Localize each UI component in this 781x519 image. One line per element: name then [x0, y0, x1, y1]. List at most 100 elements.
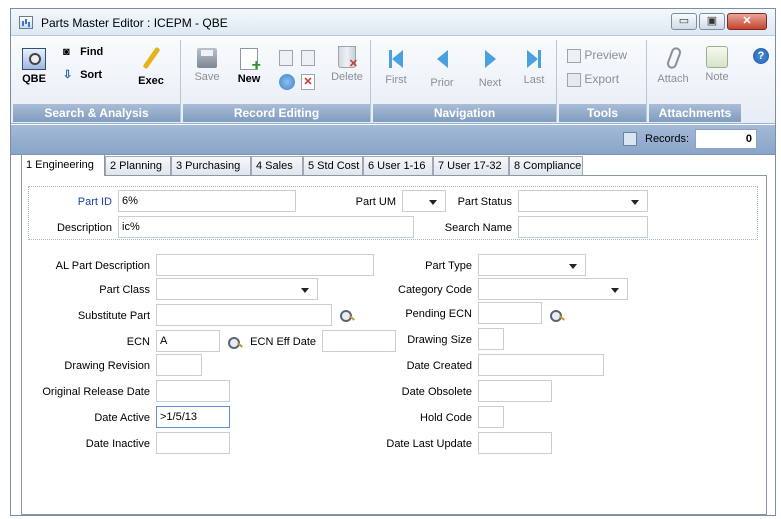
- pending-ecn-lookup-icon[interactable]: [550, 310, 565, 323]
- copy-icon[interactable]: [279, 50, 293, 66]
- help-icon[interactable]: ?: [753, 48, 769, 64]
- substitute-part-label: Substitute Part: [77, 310, 150, 322]
- attach-label: Attach: [657, 73, 689, 85]
- group-tools: Preview Export Tools: [559, 40, 647, 122]
- trash-icon: [338, 46, 358, 70]
- ecn-label: ECN: [126, 336, 150, 348]
- drawing-revision-field[interactable]: [156, 354, 202, 376]
- last-button[interactable]: Last: [517, 50, 551, 86]
- tab-sales[interactable]: 4 Sales: [251, 156, 303, 175]
- group-record-editing: Save New ✕ Delete Record Editing: [183, 40, 371, 122]
- group-label-record-editing: Record Editing: [183, 104, 370, 122]
- first-icon: [389, 50, 403, 68]
- part-status-select[interactable]: [518, 190, 648, 212]
- date-last-update-field[interactable]: [478, 432, 552, 454]
- part-um-label: Part UM: [355, 196, 396, 208]
- find-button[interactable]: ◙ Find: [63, 46, 113, 60]
- al-part-description-label: AL Part Description: [55, 260, 150, 272]
- part-type-label: Part Type: [425, 260, 472, 272]
- original-release-date-field[interactable]: [156, 380, 230, 402]
- tab-planning[interactable]: 2 Planning: [105, 156, 171, 175]
- minimize-button[interactable]: ▭: [671, 13, 697, 30]
- pencil-icon: [140, 46, 162, 72]
- paperclip-icon: [663, 46, 683, 70]
- export-button[interactable]: Export: [567, 72, 643, 87]
- tab-purchasing[interactable]: 3 Purchasing: [171, 156, 251, 175]
- date-created-field[interactable]: [478, 354, 604, 376]
- description-field[interactable]: ic%: [118, 216, 414, 238]
- part-type-select[interactable]: [478, 254, 586, 276]
- parts-master-editor-window: Parts Master Editor : ICEPM - QBE ▭ ▣ ✕ …: [10, 8, 776, 516]
- export-icon: [567, 72, 581, 87]
- exec-button[interactable]: Exec: [131, 46, 171, 87]
- search-icon[interactable]: [623, 132, 637, 146]
- sort-label: Sort: [80, 69, 103, 81]
- next-button[interactable]: Next: [473, 50, 507, 89]
- new-button[interactable]: New: [231, 48, 267, 85]
- ecn-lookup-icon[interactable]: [228, 337, 243, 350]
- tab-engineering[interactable]: 1 Engineering: [21, 154, 105, 176]
- cancel-icon[interactable]: ✕: [301, 74, 315, 90]
- qbe-label: QBE: [22, 73, 46, 85]
- pending-ecn-label: Pending ECN: [405, 308, 472, 320]
- preview-button[interactable]: Preview: [567, 48, 643, 63]
- part-id-label: Part ID: [77, 196, 112, 208]
- part-class-select[interactable]: [156, 278, 318, 300]
- part-id-field[interactable]: 6%: [118, 190, 296, 212]
- tab-user-17-32[interactable]: 7 User 17-32: [433, 156, 509, 175]
- paste-icon[interactable]: [301, 50, 315, 66]
- date-active-field[interactable]: >1/5/13: [156, 406, 230, 428]
- last-label: Last: [523, 74, 545, 86]
- tab-compliance[interactable]: 8 Compliance: [509, 156, 583, 175]
- hold-code-label: Hold Code: [420, 412, 472, 424]
- app-icon: [19, 16, 33, 29]
- date-obsolete-field[interactable]: [478, 380, 552, 402]
- date-obsolete-label: Date Obsolete: [401, 386, 472, 398]
- pending-ecn-field[interactable]: [478, 302, 542, 324]
- date-inactive-field[interactable]: [156, 432, 230, 454]
- ecn-eff-date-label: ECN Eff Date: [250, 336, 316, 348]
- date-active-label: Date Active: [94, 412, 150, 424]
- substitute-part-field[interactable]: [156, 304, 332, 326]
- description-label: Description: [56, 222, 112, 234]
- save-label: Save: [194, 71, 220, 83]
- note-icon: [706, 46, 728, 68]
- first-label: First: [385, 74, 407, 86]
- category-code-label: Category Code: [398, 284, 472, 296]
- close-button[interactable]: ✕: [727, 13, 767, 30]
- ecn-field[interactable]: A: [156, 330, 220, 352]
- last-icon: [527, 50, 541, 68]
- note-button[interactable]: Note: [697, 46, 737, 83]
- qbe-button[interactable]: QBE: [17, 48, 51, 85]
- engineering-panel: Part ID 6% Part UM Part Status Descripti…: [21, 175, 767, 515]
- sort-button[interactable]: ⇩ Sort: [63, 68, 113, 82]
- search-name-field[interactable]: [518, 216, 648, 238]
- tab-user-1-16[interactable]: 6 User 1-16: [363, 156, 433, 175]
- save-icon: [197, 48, 217, 68]
- next-label: Next: [478, 77, 502, 89]
- binoculars-icon: ◙: [63, 46, 70, 58]
- prior-button[interactable]: Prior: [425, 50, 459, 89]
- substitute-part-lookup-icon[interactable]: [340, 310, 355, 323]
- group-attachments: Attach Note Attachments: [649, 40, 741, 122]
- part-um-select[interactable]: [402, 190, 446, 212]
- delete-button[interactable]: Delete: [327, 46, 367, 83]
- exec-label: Exec: [138, 75, 164, 87]
- drawing-size-field[interactable]: [478, 328, 504, 350]
- window-title: Parts Master Editor : ICEPM - QBE: [41, 16, 228, 30]
- save-button[interactable]: Save: [189, 48, 225, 83]
- date-created-label: Date Created: [406, 360, 472, 372]
- ribbon-toolbar: QBE ◙ Find ⇩ Sort Exec Search & Analysis…: [11, 37, 775, 124]
- al-part-description-field[interactable]: [156, 254, 374, 276]
- first-button[interactable]: First: [379, 50, 413, 86]
- group-navigation: First Prior Next Last Navigation: [373, 40, 557, 122]
- maximize-button[interactable]: ▣: [699, 13, 725, 30]
- category-code-select[interactable]: [478, 278, 628, 300]
- tab-std-cost[interactable]: 5 Std Cost: [303, 156, 363, 175]
- group-label-attachments: Attachments: [649, 104, 741, 122]
- drawing-size-label: Drawing Size: [407, 334, 472, 346]
- attach-button[interactable]: Attach: [653, 46, 693, 85]
- refresh-icon[interactable]: [279, 74, 295, 90]
- hold-code-field[interactable]: [478, 406, 504, 428]
- search-name-label: Search Name: [444, 222, 512, 234]
